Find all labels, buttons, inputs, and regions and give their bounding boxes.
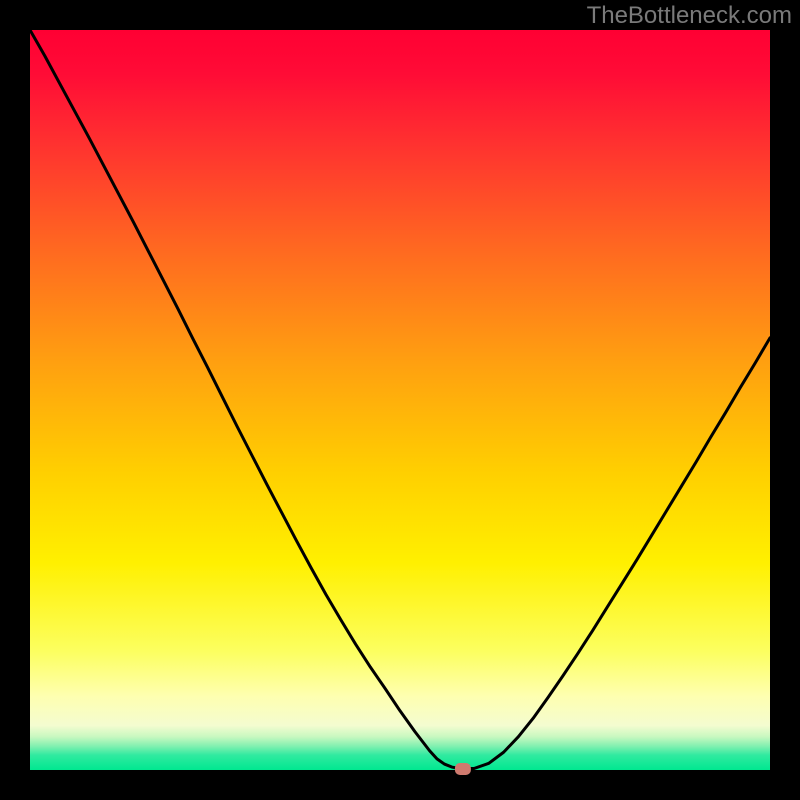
plot-background [30,30,770,770]
watermark: TheBottleneck.com [587,2,792,30]
bottleneck-chart [0,0,800,800]
optimal-point-marker [455,763,471,775]
